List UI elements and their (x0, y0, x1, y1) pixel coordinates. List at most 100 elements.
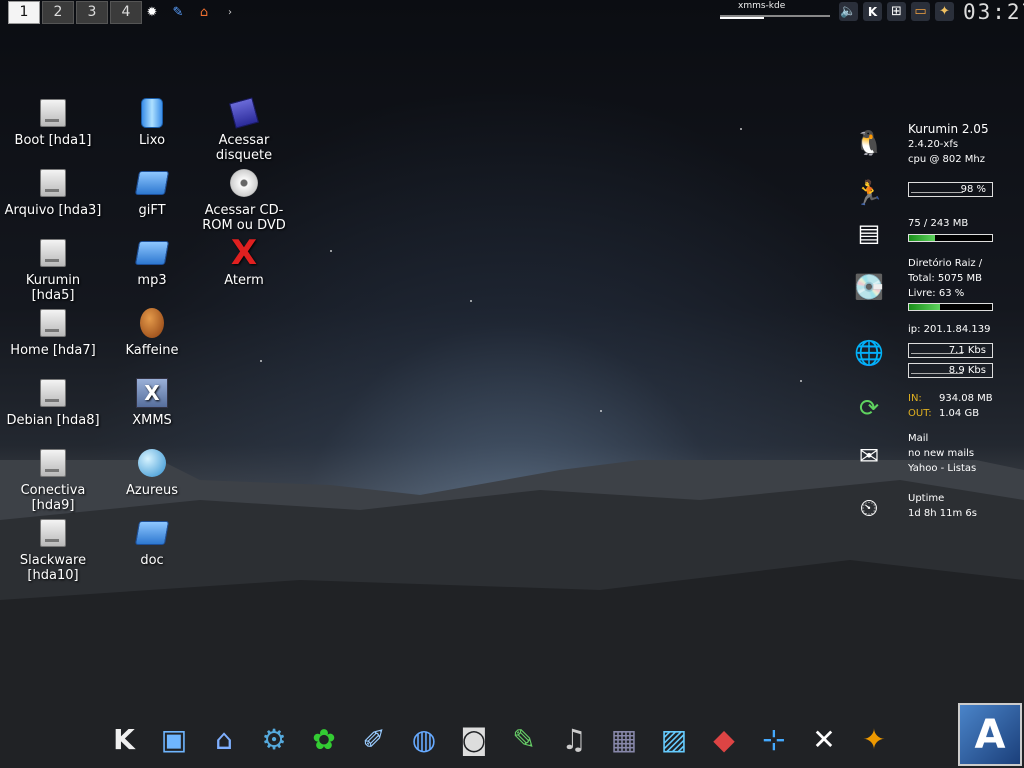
kaffeine-icon (140, 308, 164, 338)
home-icon[interactable]: ⌂ (200, 712, 248, 766)
desktop-2-button[interactable]: 2 (42, 1, 74, 24)
network-tool-icon[interactable]: ⊹ (750, 712, 798, 766)
app-dock: K ▣ ⌂ ⚙ ✿ ✐ ◍ ◙ ✎ ♫ ▦ ▨ ◆ ⊹ ✕ ✦ (100, 704, 898, 766)
update-icon[interactable]: ✦ (935, 2, 954, 21)
corner-launcher-button[interactable]: A (958, 703, 1022, 766)
desktop-icon[interactable]: ▣ (150, 712, 198, 766)
star (600, 410, 602, 412)
desktop-1-button[interactable]: 1 (8, 1, 40, 24)
disk-free: Livre: 63 % (908, 288, 965, 299)
system-title: Kurumin 2.05 (908, 122, 989, 136)
network-ip: ip: 201.1.84.139 (908, 324, 991, 335)
panel-clock[interactable]: 03:27 (963, 0, 1024, 24)
disk-bar (908, 303, 993, 311)
quick-launch: ✹ ✎ ⌂ › (143, 3, 239, 21)
calculator-icon[interactable]: ▦ (600, 712, 648, 766)
control-center-icon[interactable]: ⚙ (250, 712, 298, 766)
arrow-icon[interactable]: › (221, 3, 239, 21)
xmms-applet-label: xmms-kde (738, 1, 786, 11)
package-icon[interactable]: ✦ (850, 712, 898, 766)
desktop-icon-kurumin[interactable]: Kurumin [hda5] (3, 236, 103, 303)
browser-icon[interactable]: ◍ (400, 712, 448, 766)
mail-account: Yahoo - Listas (908, 463, 977, 474)
desktop-icon-label: Kaffeine (125, 343, 179, 358)
cpu-load-value: 98 % (960, 184, 986, 195)
desktop-icon-label: Debian [hda8] (6, 413, 100, 428)
editor-icon[interactable]: ✎ (500, 712, 548, 766)
cdrom-icon (230, 169, 258, 197)
desktop-icon-boot[interactable]: Boot [hda1] (3, 96, 103, 148)
network-icon[interactable]: ⊞ (887, 2, 906, 21)
mail-icon: ✉ (858, 441, 880, 470)
desktop-icon-mp3[interactable]: mp3 (102, 236, 202, 288)
xmms-applet[interactable]: xmms-kde (712, 0, 832, 22)
disk-total: Total: 5075 MB (908, 273, 983, 284)
desktop-icon-label: Acessar disquete (215, 133, 273, 163)
music-icon[interactable]: ♫ (550, 712, 598, 766)
hard-disk-icon (40, 309, 66, 337)
desktop-icon-label: Conectiva [hda9] (20, 483, 86, 513)
settings-icon[interactable]: ✹ (143, 3, 161, 21)
desktop-icon-arquivo[interactable]: Arquivo [hda3] (3, 166, 103, 218)
clock-icon: ⏲ (859, 493, 879, 522)
desktop-icon-xmms[interactable]: X XMMS (102, 376, 202, 428)
star (470, 300, 472, 302)
desktop-icon-label: XMMS (132, 413, 172, 428)
xmms-icon[interactable]: ✕ (800, 712, 848, 766)
uptime-value: 1d 8h 11m 6s (908, 508, 977, 519)
volume-icon[interactable]: 🔈 (839, 2, 858, 21)
desktop-icon-azureus[interactable]: Azureus (102, 446, 202, 498)
desktop-icon-label: giFT (138, 203, 166, 218)
game-icon[interactable]: ◆ (700, 712, 748, 766)
star (260, 360, 262, 362)
desktop-icon-gift[interactable]: giFT (102, 166, 202, 218)
corner-button-label: A (974, 711, 1006, 758)
broom-icon[interactable]: ✎ (169, 3, 187, 21)
desktop-icon-label: Slackware [hda10] (19, 553, 87, 583)
folder-icon (134, 521, 170, 545)
desktop-icon-floppy[interactable]: Acessar disquete (194, 96, 294, 163)
desktop-pager: 1 2 3 4 (8, 1, 144, 24)
k-menu-icon[interactable]: K (100, 712, 148, 766)
desktop-3-button[interactable]: 3 (76, 1, 108, 24)
desktop-icon-aterm[interactable]: X Aterm (194, 236, 294, 288)
desktop-4-button[interactable]: 4 (110, 1, 142, 24)
hard-disk-icon (40, 449, 66, 477)
desktop-icon-label: Acessar CD-ROM ou DVD (202, 203, 286, 233)
desktop-icon-label: doc (140, 553, 164, 568)
desktop-icon-cdrom[interactable]: Acessar CD-ROM ou DVD (194, 166, 294, 233)
memory-bar-fill (909, 235, 935, 241)
camera-icon[interactable]: ◙ (450, 712, 498, 766)
floppy-icon (229, 97, 259, 129)
network-down-graph: 7.1 Kbs (908, 343, 993, 358)
desktop-icon-label: Home [hda7] (10, 343, 96, 358)
home-icon[interactable]: ⌂ (195, 3, 213, 21)
network-up-value: 8.9 Kbs (948, 365, 986, 376)
desktop-icon-doc[interactable]: doc (102, 516, 202, 568)
memory-text: 75 / 243 MB (908, 218, 969, 229)
disk-title: Diretório Raiz / (908, 258, 983, 269)
desktop-icon-debian[interactable]: Debian [hda8] (3, 376, 103, 428)
hard-disk-icon: 💽 (854, 272, 884, 301)
traffic-in-value: 934.08 MB (939, 393, 993, 404)
desktop-icon-home[interactable]: Home [hda7] (3, 306, 103, 358)
desktop-icon-label: Arquivo [hda3] (4, 203, 102, 218)
desktop-icon-lixo[interactable]: Lixo (102, 96, 202, 148)
desktop-icon-conectiva[interactable]: Conectiva [hda9] (3, 446, 103, 513)
office-icon[interactable]: ✐ (350, 712, 398, 766)
trash-icon (141, 98, 163, 128)
desktop-icon-kaffeine[interactable]: Kaffeine (102, 306, 202, 358)
xmms-icon: X (136, 378, 168, 408)
refresh-icon: ⟳ (858, 393, 880, 422)
desktop-icon-label: mp3 (137, 273, 167, 288)
desktop-icon-label: Kurumin [hda5] (25, 273, 81, 303)
folder-icon[interactable]: ▭ (911, 2, 930, 21)
image-viewer-icon[interactable]: ▨ (650, 712, 698, 766)
system-tray: 🔈 K ⊞ ▭ ✦ (839, 2, 954, 21)
k-icon[interactable]: K (863, 2, 882, 21)
gaim-icon[interactable]: ✿ (300, 712, 348, 766)
hard-disk-icon (40, 239, 66, 267)
traffic-in-label: IN: (908, 393, 922, 404)
desktop-icon-slackware[interactable]: Slackware [hda10] (3, 516, 103, 583)
star (740, 128, 742, 130)
